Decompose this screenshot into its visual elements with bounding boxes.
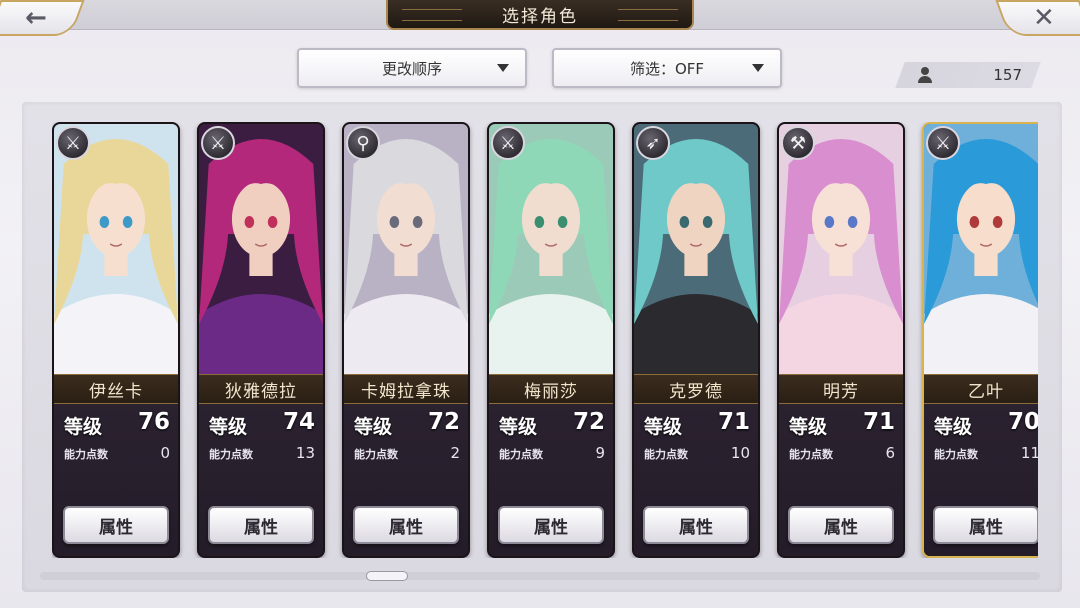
level-value: 71 bbox=[717, 409, 750, 435]
sword-icon: ⚔ bbox=[926, 126, 960, 160]
attributes-button[interactable]: 属性 bbox=[933, 506, 1038, 544]
level-label: 等级 bbox=[789, 416, 828, 438]
ability-points-value: 9 bbox=[595, 444, 605, 462]
character-card-2[interactable]: ⚔ 狄雅德拉 等级 74 能力点数 13 属性 bbox=[197, 122, 325, 558]
staff-icon: ⚲ bbox=[346, 126, 380, 160]
ability-points-value: 6 bbox=[885, 444, 895, 462]
level-label: 等级 bbox=[209, 416, 248, 438]
character-portrait bbox=[634, 124, 758, 374]
level-label: 等级 bbox=[354, 416, 393, 438]
character-name: 明芳 bbox=[779, 374, 903, 404]
attributes-button[interactable]: 属性 bbox=[353, 506, 459, 544]
character-name: 狄雅德拉 bbox=[199, 374, 323, 404]
character-card-4[interactable]: ⚔ 梅丽莎 等级 72 能力点数 9 属性 bbox=[487, 122, 615, 558]
character-name: 梅丽莎 bbox=[489, 374, 613, 404]
person-icon bbox=[918, 67, 932, 83]
character-portrait bbox=[779, 124, 903, 374]
level-value: 76 bbox=[137, 409, 170, 435]
ability-points-label: 能力点数 bbox=[789, 448, 833, 461]
character-portrait bbox=[54, 124, 178, 374]
sort-order-dropdown[interactable]: 更改顺序 bbox=[297, 48, 527, 88]
sort-order-label: 更改顺序 bbox=[381, 59, 442, 78]
level-label: 等级 bbox=[934, 416, 973, 438]
character-card-3[interactable]: ⚲ 卡姆拉拿珠 等级 72 能力点数 2 属性 bbox=[342, 122, 470, 558]
character-count: 157 bbox=[993, 66, 1022, 84]
level-label: 等级 bbox=[64, 416, 103, 438]
ability-points-label: 能力点数 bbox=[64, 448, 108, 461]
attributes-button[interactable]: 属性 bbox=[498, 506, 604, 544]
character-portrait bbox=[344, 124, 468, 374]
attributes-button[interactable]: 属性 bbox=[788, 506, 894, 544]
character-name: 卡姆拉拿珠 bbox=[344, 374, 468, 404]
level-label: 等级 bbox=[644, 416, 683, 438]
horizontal-scrollbar[interactable] bbox=[40, 572, 1040, 580]
character-portrait bbox=[489, 124, 613, 374]
character-portrait bbox=[199, 124, 323, 374]
close-icon: ✕ bbox=[1033, 3, 1055, 33]
character-name: 伊丝卡 bbox=[54, 374, 178, 404]
attributes-button[interactable]: 属性 bbox=[208, 506, 314, 544]
level-label: 等级 bbox=[499, 416, 538, 438]
sword-icon: ⚔ bbox=[56, 126, 90, 160]
character-count-badge: 157 bbox=[895, 62, 1041, 88]
attributes-button[interactable]: 属性 bbox=[643, 506, 749, 544]
ability-points-value: 0 bbox=[160, 444, 170, 462]
ability-points-value: 10 bbox=[730, 444, 750, 462]
filter-dropdown[interactable]: 筛选：OFF bbox=[552, 48, 782, 88]
level-value: 71 bbox=[862, 409, 895, 435]
back-button[interactable]: ← bbox=[0, 0, 85, 36]
character-name: 乙叶 bbox=[924, 374, 1038, 404]
filter-label: 筛选：OFF bbox=[629, 59, 705, 78]
sword-icon: ⚔ bbox=[491, 126, 525, 160]
ability-points-value: 2 bbox=[450, 444, 460, 462]
close-button[interactable]: ✕ bbox=[995, 0, 1080, 36]
character-card-1[interactable]: ⚔ 伊丝卡 等级 76 能力点数 0 属性 bbox=[52, 122, 180, 558]
ability-points-label: 能力点数 bbox=[499, 448, 543, 461]
chevron-down-icon bbox=[752, 64, 764, 72]
character-portrait bbox=[924, 124, 1038, 374]
hammer-icon: ⚒ bbox=[781, 126, 815, 160]
character-card-6[interactable]: ⚒ 明芳 等级 71 能力点数 6 属性 bbox=[777, 122, 905, 558]
character-name: 克罗德 bbox=[634, 374, 758, 404]
attributes-button[interactable]: 属性 bbox=[63, 506, 169, 544]
scrollbar-thumb[interactable] bbox=[366, 571, 408, 581]
ability-points-label: 能力点数 bbox=[644, 448, 688, 461]
bow-icon: ➶ bbox=[636, 126, 670, 160]
level-value: 70 bbox=[1007, 409, 1038, 435]
ability-points-label: 能力点数 bbox=[209, 448, 253, 461]
level-value: 74 bbox=[282, 409, 315, 435]
character-card-7[interactable]: ⚔ 乙叶 等级 70 能力点数 11 属性 bbox=[922, 122, 1038, 558]
ability-points-label: 能力点数 bbox=[354, 448, 398, 461]
level-value: 72 bbox=[572, 409, 605, 435]
sword-icon: ⚔ bbox=[201, 126, 235, 160]
back-arrow-icon: ← bbox=[25, 3, 47, 33]
page-title: 选择角色 bbox=[386, 0, 694, 30]
ability-points-value: 13 bbox=[295, 444, 315, 462]
ability-points-value: 11 bbox=[1020, 444, 1038, 462]
level-value: 72 bbox=[427, 409, 460, 435]
character-card-list[interactable]: ⚔ 伊丝卡 等级 76 能力点数 0 属性 ⚔ 狄雅德拉 等级 74 能力点数 … bbox=[52, 122, 1038, 558]
chevron-down-icon bbox=[497, 64, 509, 72]
ability-points-label: 能力点数 bbox=[934, 448, 978, 461]
character-card-5[interactable]: ➶ 克罗德 等级 71 能力点数 10 属性 bbox=[632, 122, 760, 558]
